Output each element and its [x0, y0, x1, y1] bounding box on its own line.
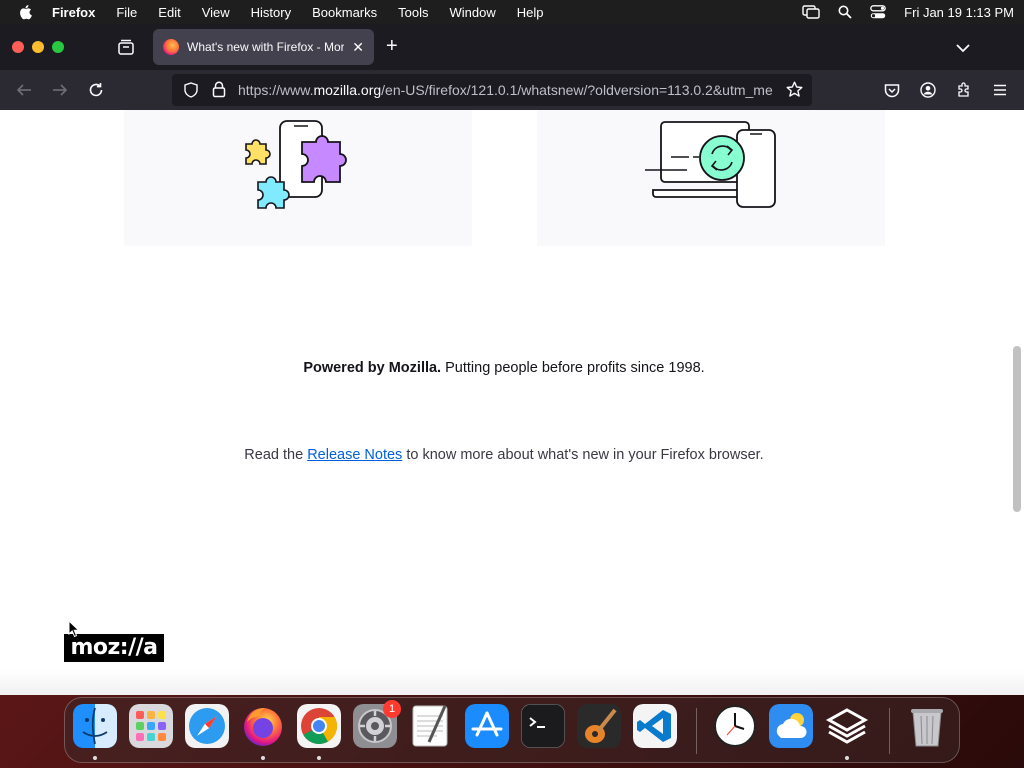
release-text-before: Read the [244, 447, 308, 463]
sync-feature-card [537, 110, 885, 246]
url-text[interactable]: https://www.mozilla.org/en-US/firefox/12… [238, 82, 778, 98]
account-icon[interactable] [919, 81, 937, 99]
mozilla-logo[interactable]: moz://a [64, 634, 164, 662]
chrome-running-indicator [317, 756, 321, 760]
app-menu-icon[interactable] [991, 81, 1009, 99]
launchpad-icon[interactable] [129, 704, 173, 748]
powered-by-mozilla-text: Powered by Mozilla. Putting people befor… [0, 360, 1008, 376]
url-domain: mozilla.org [313, 82, 382, 98]
back-icon[interactable] [15, 81, 33, 99]
url-bar[interactable]: https://www.mozilla.org/en-US/firefox/12… [172, 74, 812, 106]
forward-icon[interactable] [51, 81, 69, 99]
reload-icon[interactable] [87, 81, 105, 99]
menu-bookmarks[interactable]: Bookmarks [312, 5, 377, 20]
menu-bar: Firefox File Edit View History Bookmarks… [0, 0, 1024, 24]
finder-running-indicator [93, 756, 97, 760]
app-running-indicator [845, 756, 849, 760]
clock-icon[interactable] [713, 704, 757, 748]
menu-window[interactable]: Window [450, 5, 496, 20]
menu-tools[interactable]: Tools [398, 5, 428, 20]
laptop-phone-sync-illustration [645, 121, 776, 208]
window-controls [12, 41, 72, 53]
pocket-icon[interactable] [883, 81, 901, 99]
release-text-after: to know more about what's new in your Fi… [402, 447, 764, 463]
trash-icon[interactable] [905, 704, 949, 748]
list-all-tabs-icon[interactable] [956, 40, 970, 58]
tab-title: What's new with Firefox - More [187, 40, 345, 54]
vscode-icon[interactable] [633, 704, 677, 748]
weather-icon[interactable] [769, 704, 813, 748]
menu-help[interactable]: Help [517, 5, 544, 20]
url-path: /en-US/firefox/121.0.1/whatsnew/?oldvers… [381, 82, 773, 98]
spotlight-search-icon[interactable] [838, 5, 852, 19]
dock: 1 [64, 697, 960, 763]
menu-history[interactable]: History [251, 5, 291, 20]
tab-strip: What's new with Firefox - More ✕ + [0, 24, 1024, 70]
zoom-window-button[interactable] [52, 41, 64, 53]
firefox-running-indicator [261, 756, 265, 760]
extensions-feature-card [124, 110, 472, 246]
navigation-toolbar: https://www.mozilla.org/en-US/firefox/12… [0, 70, 1024, 110]
powered-by-bold: Powered by Mozilla. [303, 360, 442, 376]
menu-app-firefox[interactable]: Firefox [52, 5, 95, 20]
firefox-view-icon[interactable] [116, 38, 136, 56]
layered-app-icon[interactable] [825, 704, 869, 748]
firefox-icon[interactable] [241, 704, 285, 748]
close-tab-icon[interactable]: ✕ [352, 39, 364, 56]
bookmark-star-icon[interactable] [786, 81, 803, 101]
release-notes-link[interactable]: Release Notes [307, 447, 402, 463]
firefox-favicon-icon [163, 39, 179, 55]
app-store-icon[interactable] [465, 704, 509, 748]
release-notes-text: Read the Release Notes to know more abou… [0, 447, 1008, 463]
page-scrollbar[interactable] [1013, 346, 1021, 512]
extensions-icon[interactable] [955, 81, 973, 99]
safari-icon[interactable] [185, 704, 229, 748]
menu-file[interactable]: File [116, 5, 137, 20]
apple-icon[interactable] [18, 4, 34, 20]
puzzle-pieces-phone-illustration [245, 120, 347, 209]
screen-mirroring-icon[interactable] [802, 5, 820, 19]
dock-separator [696, 708, 697, 754]
url-prefix: https://www. [238, 82, 314, 98]
control-center-icon[interactable] [870, 5, 887, 19]
finder-icon[interactable] [73, 704, 117, 748]
chrome-icon[interactable] [297, 704, 341, 748]
footer-fade [0, 670, 1024, 695]
close-window-button[interactable] [12, 41, 24, 53]
garageband-icon[interactable] [577, 704, 621, 748]
system-settings-badge: 1 [383, 700, 401, 718]
menu-edit[interactable]: Edit [158, 5, 180, 20]
tab-whats-new[interactable]: What's new with Firefox - More ✕ [153, 29, 374, 65]
page-content: Powered by Mozilla. Putting people befor… [0, 110, 1024, 695]
lock-icon[interactable] [212, 81, 226, 101]
tracking-protection-shield-icon[interactable] [184, 82, 198, 101]
terminal-icon[interactable] [521, 704, 565, 748]
dock-separator-trash [889, 708, 890, 754]
minimize-window-button[interactable] [32, 41, 44, 53]
menubar-clock[interactable]: Fri Jan 19 1:13 PM [904, 5, 1014, 20]
mouse-pointer-icon [68, 620, 80, 638]
browser-window: What's new with Firefox - More ✕ + https… [0, 24, 1024, 695]
textedit-icon[interactable] [409, 704, 453, 748]
new-tab-button[interactable]: + [386, 36, 398, 56]
menu-view[interactable]: View [202, 5, 230, 20]
powered-by-rest: Putting people before profits since 1998… [441, 360, 705, 376]
